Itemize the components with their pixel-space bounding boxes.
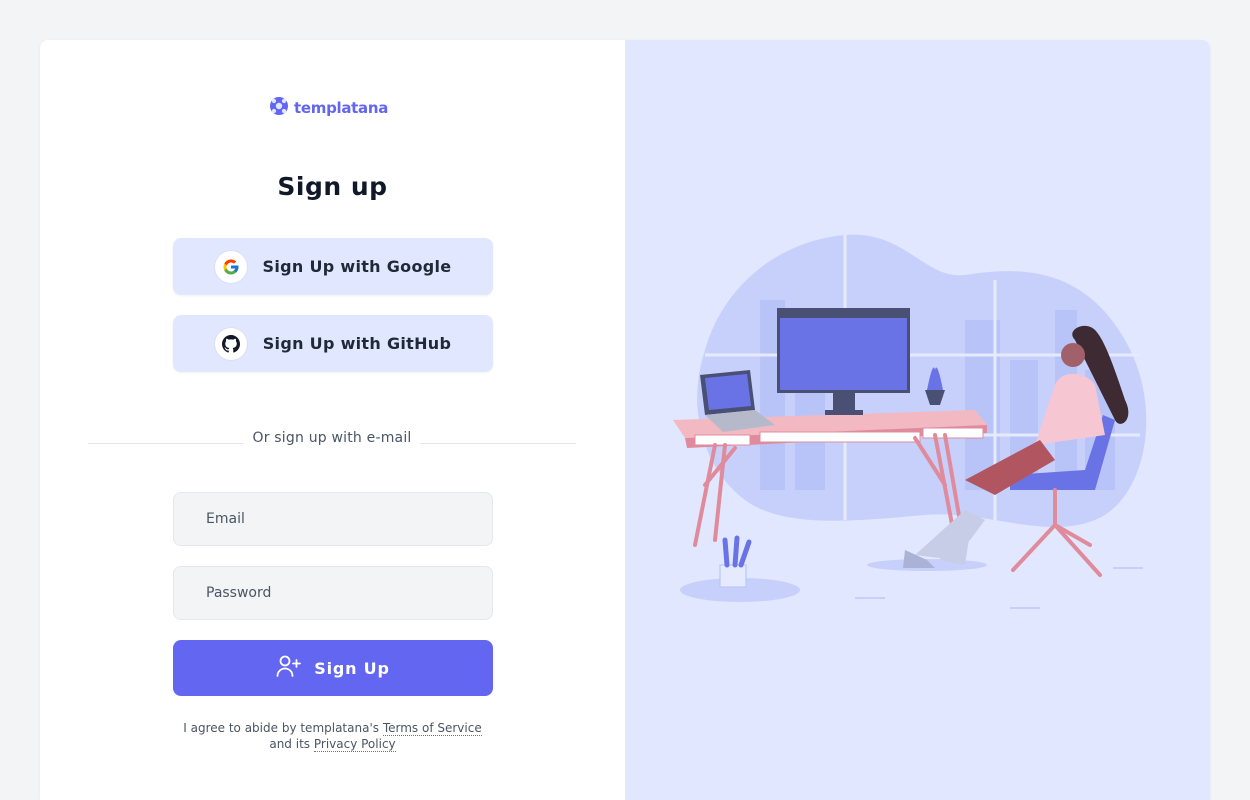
terms-prefix: I agree to abide by templatana's [183,721,380,735]
logo-text: templatana [294,99,389,117]
page-title: Sign up [277,172,388,201]
form-panel: templatana Sign up Sign Up with Google S… [40,40,625,800]
github-signup-label: Sign Up with GitHub [262,334,452,353]
password-input[interactable] [173,566,493,620]
privacy-policy-link[interactable]: Privacy Policy [313,737,396,752]
terms-of-service-link[interactable]: Terms of Service [382,721,482,736]
woman-at-desk-illustration [673,234,1147,609]
terms-text: I agree to abide by templatana's Terms o… [40,720,625,752]
email-input[interactable] [173,492,493,546]
google-icon [214,250,247,283]
google-signup-button[interactable]: Sign Up with Google [173,238,493,295]
user-plus-icon [276,654,302,682]
brand-logo[interactable]: templatana [269,96,388,120]
email-divider: Or sign up with e-mail [88,430,576,446]
github-signup-button[interactable]: Sign Up with GitHub [173,315,493,372]
divider-text: Or sign up with e-mail [243,430,421,446]
logo-icon [269,96,289,120]
signup-card: templatana Sign up Sign Up with Google S… [40,40,1210,800]
google-signup-label: Sign Up with Google [262,257,452,276]
illustration-panel [625,40,1210,800]
signup-submit-button[interactable]: Sign Up [173,640,493,696]
github-icon [214,327,247,360]
terms-middle: and its [269,737,311,751]
signup-submit-label: Sign Up [314,658,390,678]
